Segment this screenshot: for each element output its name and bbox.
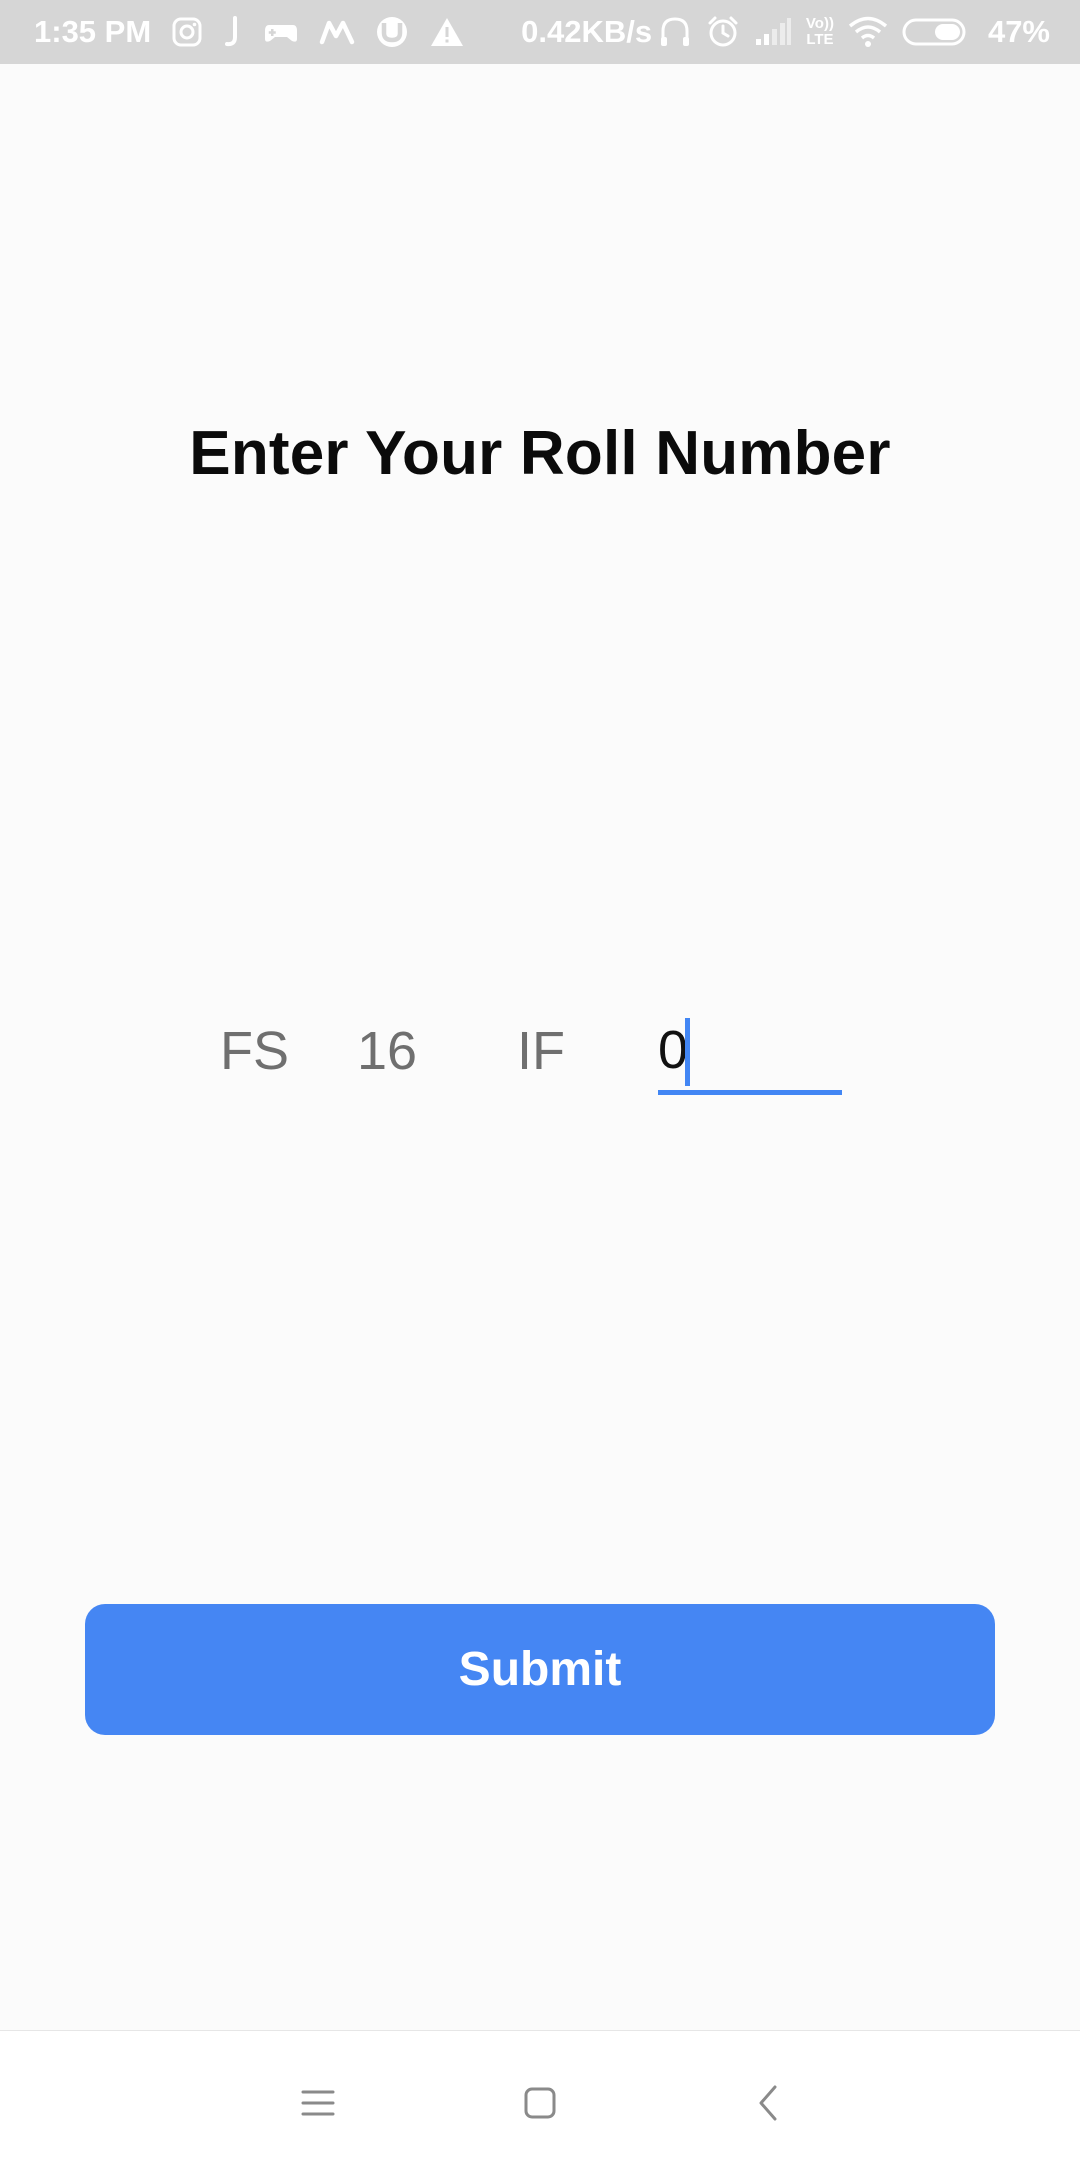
headphones-icon xyxy=(658,15,692,49)
j-app-icon xyxy=(223,15,243,49)
status-bar: 1:35 PM 0.42KB/s Vo)) LTE 47% xyxy=(0,0,1080,64)
navigation-bar xyxy=(0,2030,1080,2161)
roll-segment-department: FS xyxy=(220,1021,290,1081)
volte-bottom-label: LTE xyxy=(806,31,834,48)
volte-icon: Vo)) LTE xyxy=(806,16,834,48)
battery-icon xyxy=(902,17,968,47)
submit-button[interactable]: Submit xyxy=(85,1604,995,1735)
text-cursor xyxy=(685,1018,690,1086)
volte-top-label: Vo)) xyxy=(805,15,834,32)
back-chevron-icon[interactable] xyxy=(738,2073,798,2133)
network-speed: 0.42KB/s xyxy=(521,14,653,49)
m-app-icon xyxy=(319,18,355,46)
page-title: Enter Your Roll Number xyxy=(189,419,891,488)
menu-icon[interactable] xyxy=(288,2073,348,2133)
alarm-icon xyxy=(706,15,740,49)
game-controller-icon xyxy=(263,17,299,47)
battery-percentage: 47% xyxy=(987,14,1050,49)
roll-segment-program: IF xyxy=(517,1021,565,1081)
instagram-icon xyxy=(171,16,203,48)
warning-icon xyxy=(429,16,465,48)
signal-icon xyxy=(754,17,792,47)
home-square-icon[interactable] xyxy=(510,2073,570,2133)
status-time: 1:35 PM xyxy=(34,14,152,49)
wifi-icon xyxy=(848,16,888,48)
utorrent-icon xyxy=(375,15,409,49)
roll-segment-year: 16 xyxy=(357,1021,418,1081)
roll-number-row: FS 16 IF xyxy=(0,1010,1080,1110)
